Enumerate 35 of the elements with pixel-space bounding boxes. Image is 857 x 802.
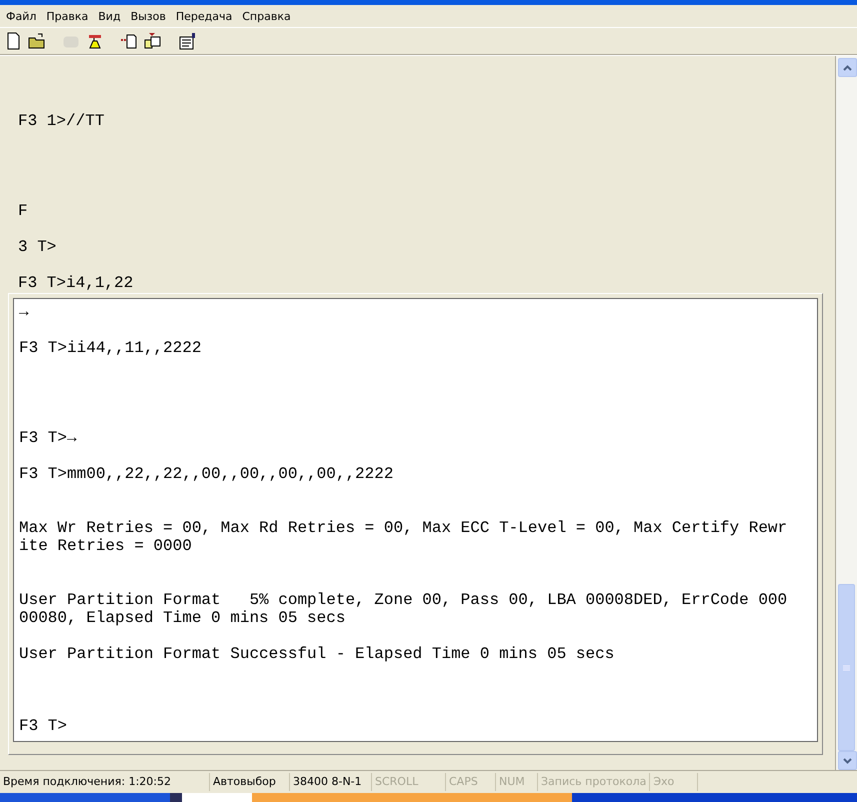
scroll-thumb[interactable] (838, 584, 855, 751)
menu-item[interactable]: Справка (238, 10, 297, 22)
terminal-line: F3 T>i4,1,22 (17, 274, 134, 292)
open-icon[interactable] (27, 31, 47, 51)
terminal-line: F (17, 202, 29, 220)
menu-item[interactable]: Вызов (126, 10, 172, 22)
chevron-down-icon (843, 758, 852, 764)
terminal-line: Max Wr Retries = 00, Max Rd Retries = 00, Max ECC T-Level = 00, Max Certify Rewr (18, 519, 788, 537)
terminal-line: User Partition Format Successful - Elapsed Time 0 mins 05 secs (18, 645, 616, 663)
status-field: Запись протокола (538, 773, 650, 791)
terminal-line: F3 T>mm00,,22,,22,,00,,00,,00,,00,,2222 (18, 465, 394, 483)
status-field: 38400 8-N-1 (290, 773, 372, 791)
properties-icon[interactable] (177, 31, 197, 51)
terminal-line: F3 T>ii44,,11,,2222 (18, 339, 202, 357)
status-field: SCROLL (372, 773, 446, 791)
scroll-down-button[interactable] (838, 751, 857, 770)
menu-item[interactable]: Правка (42, 10, 94, 22)
terminal-line: F3 1>//TT (17, 112, 106, 130)
status-field: Эхо (650, 773, 698, 791)
terminal-line: F3 T> (18, 717, 68, 735)
status-field: Время подключения: 1:20:52 (0, 773, 210, 791)
terminal-line: F3 T>→ (18, 429, 78, 447)
menu-item[interactable]: Вид (94, 10, 127, 22)
terminal-line: User Partition Format 5% complete, Zone 00, Pass 00, LBA 00008DED, ErrCode 000 (18, 591, 788, 609)
menu-item[interactable]: Передача (172, 10, 238, 22)
terminal-line: ite Retries = 0000 (18, 537, 193, 555)
status-field: NUM (496, 773, 538, 791)
status-field: Автовыбор (210, 773, 290, 791)
terminal-line: 00080, Elapsed Time 0 mins 05 secs (18, 609, 346, 627)
chevron-up-icon (843, 64, 852, 70)
terminal-line: → (18, 303, 30, 321)
scroll-up-button[interactable] (838, 58, 857, 77)
menu-item[interactable]: Файл (2, 10, 42, 22)
status-field: CAPS (446, 773, 496, 791)
terminal-line: 3 T> (17, 238, 58, 256)
